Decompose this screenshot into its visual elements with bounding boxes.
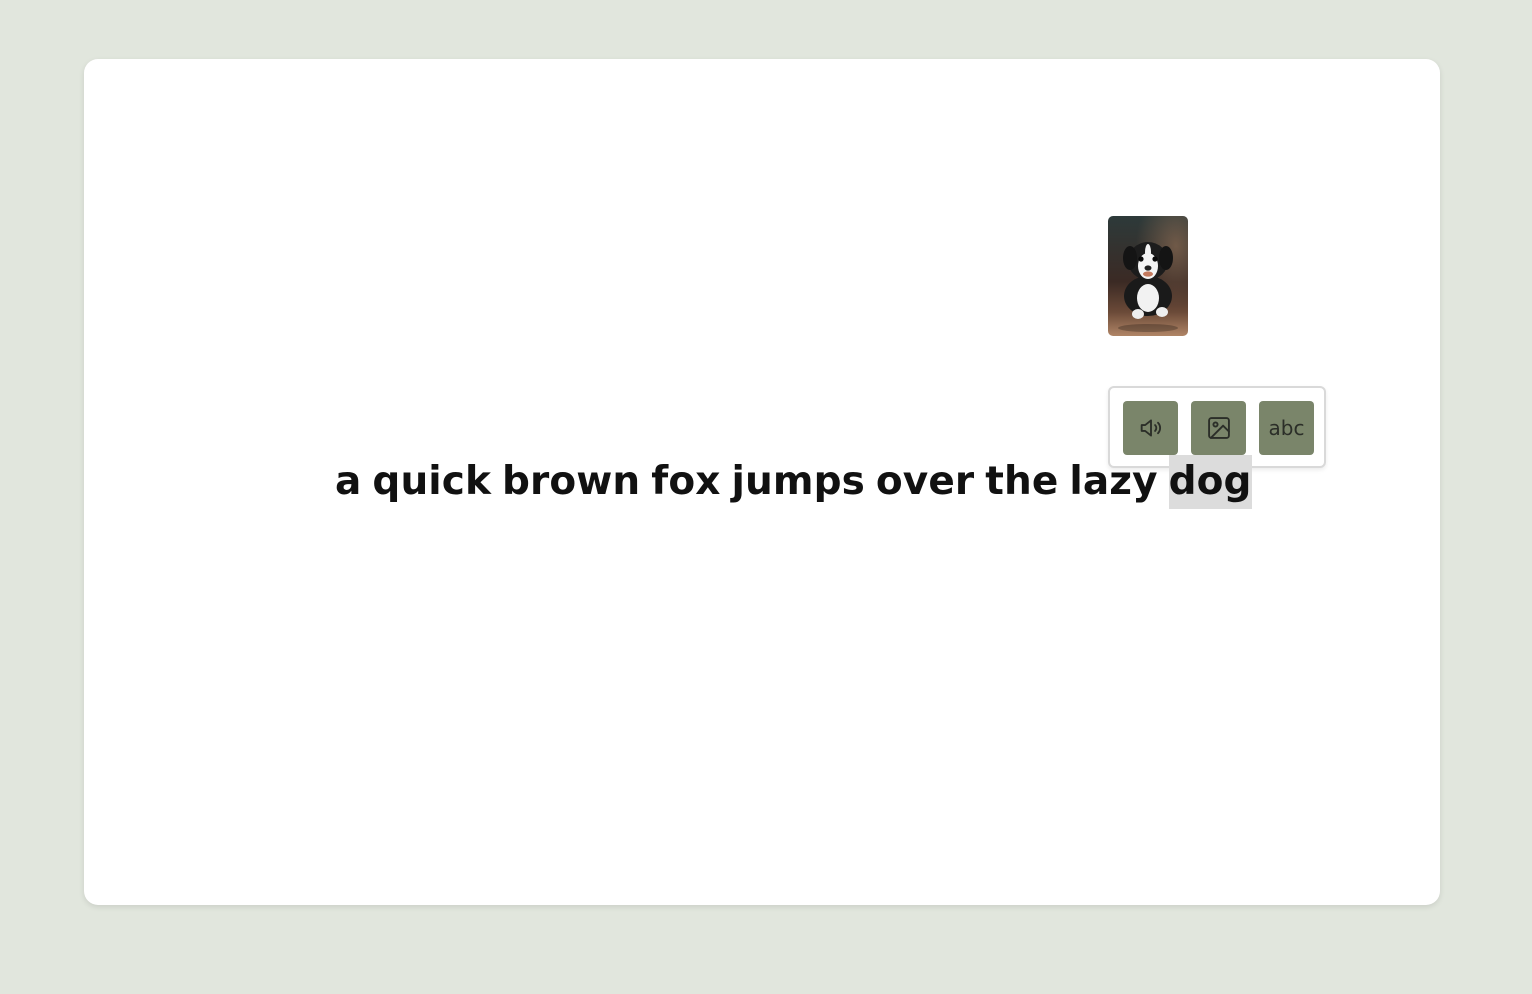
word[interactable]: brown	[502, 455, 640, 509]
word[interactable]: jumps	[732, 455, 865, 509]
sentence: a quick brown fox jumps over the lazy dog	[335, 455, 1252, 509]
word[interactable]: over	[876, 455, 974, 509]
word[interactable]: lazy	[1069, 455, 1157, 509]
play-audio-button[interactable]	[1123, 401, 1178, 455]
show-text-button[interactable]: abc	[1259, 401, 1314, 455]
word[interactable]: quick	[372, 455, 491, 509]
speaker-icon	[1140, 419, 1161, 437]
image-icon	[1207, 417, 1230, 439]
show-image-button[interactable]	[1191, 401, 1246, 455]
main-card: abc a quick brown fox jumps over the lazy dog	[84, 59, 1440, 905]
word[interactable]: fox	[651, 455, 720, 509]
word[interactable]: a	[335, 455, 361, 509]
word[interactable]: the	[985, 455, 1058, 509]
dog-illustration	[1108, 216, 1188, 336]
word-image-dog	[1108, 216, 1188, 336]
selected-word[interactable]: dog	[1168, 455, 1252, 509]
